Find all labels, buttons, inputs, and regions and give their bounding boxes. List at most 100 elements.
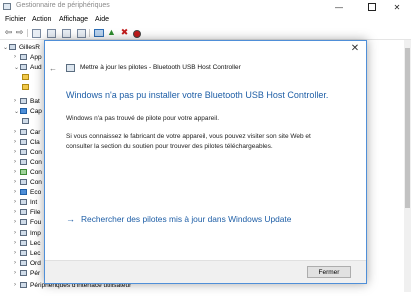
vertical-scrollbar[interactable] [404, 40, 411, 292]
close-window-button[interactable]: ✕ [383, 0, 411, 14]
device-manager-window: Gestionnaire de périphériques — ✕ Fichie… [0, 0, 411, 300]
minimize-button[interactable]: — [325, 0, 353, 14]
tree-item-label: Con [30, 168, 42, 176]
tree-item[interactable]: › Pér [14, 268, 40, 278]
tree-root-label: GillesR [19, 43, 40, 51]
monitor-icon [20, 189, 27, 195]
properties-icon[interactable] [32, 29, 41, 38]
scrollbar-thumb[interactable] [405, 48, 410, 208]
tree-item[interactable]: › Fou [14, 217, 41, 227]
view-icon[interactable] [77, 29, 86, 38]
tree-item-label: Cap [30, 107, 42, 115]
tree-item-label: Pér [30, 269, 41, 277]
tree-item[interactable]: › Cla [14, 137, 40, 147]
back-arrow-icon[interactable]: ← [49, 64, 57, 73]
audio-icon [20, 64, 27, 70]
tree-item-label: Cla [30, 138, 40, 146]
menu-aide[interactable]: Aide [95, 16, 109, 23]
keyboard-icon [20, 139, 27, 145]
dialog-close-icon[interactable]: ✕ [350, 44, 360, 54]
back-icon[interactable]: ⇦ [4, 28, 13, 37]
tree-item[interactable]: › Con [14, 177, 42, 187]
dialog-footer: Fermer [45, 260, 366, 283]
tree-item[interactable]: › Car [14, 127, 40, 137]
controller-icon [20, 159, 27, 165]
menu-affichage[interactable]: Affichage [59, 16, 88, 23]
title-bar: Gestionnaire de périphériques — ✕ [0, 0, 411, 14]
tree-item[interactable] [22, 72, 32, 82]
tree-item-label: File [30, 208, 41, 216]
add-driver-icon[interactable]: ▲ [107, 28, 116, 37]
tree-item-label: Eco [30, 188, 42, 196]
tree-item[interactable] [22, 116, 32, 126]
help-icon[interactable] [62, 29, 71, 38]
controller-icon [20, 149, 27, 155]
tree-item-label: Aud [30, 63, 42, 71]
queue-icon [20, 209, 27, 215]
tree-item-label: Bat [30, 97, 40, 105]
window-title: Gestionnaire de périphériques [16, 2, 110, 9]
tree-item-label: Con [30, 148, 42, 156]
menu-bar: Fichier Action Affichage Aide [0, 15, 411, 26]
tree-item[interactable]: › Lec [14, 248, 40, 258]
card-icon [20, 129, 27, 135]
device-icon [66, 64, 75, 72]
toolbar-separator [27, 29, 28, 37]
tree-item-label: Int [30, 198, 38, 206]
tree-item-label: Fou [30, 218, 42, 226]
windows-update-link-label: Rechercher des pilotes mis à jour dans W… [81, 214, 292, 224]
close-button[interactable]: Fermer [307, 266, 351, 278]
tree-item[interactable]: › Lec [14, 238, 40, 248]
tree-item[interactable]: › Con [14, 157, 42, 167]
controller-icon [20, 169, 27, 175]
uninstall-icon[interactable]: ✖ [120, 28, 129, 37]
list-icon[interactable] [47, 29, 56, 38]
windows-update-link[interactable]: → Rechercher des pilotes mis à jour dans… [66, 214, 291, 224]
warning-device-icon [22, 84, 29, 90]
toolbar-separator [89, 29, 90, 37]
tree-item-label: Lec [30, 249, 41, 257]
tree-item[interactable]: › Bat [14, 96, 40, 106]
tree-item-label: Con [30, 178, 42, 186]
tree-item[interactable]: ⌄ Cap [14, 106, 42, 116]
device-icon [20, 54, 27, 60]
tree-item[interactable]: › Con [14, 147, 42, 157]
toolbar: ⇦ ⇨ ▲ ✖ [0, 27, 411, 40]
tree-item[interactable]: › App [14, 52, 42, 62]
maximize-icon [368, 3, 376, 11]
tree-item[interactable]: › Eco [14, 187, 41, 197]
drive-icon [20, 250, 27, 256]
hid-icon [20, 282, 27, 288]
arrow-right-icon: → [66, 214, 75, 224]
tree-item-label: Con [30, 158, 42, 166]
tree-item[interactable]: › Imp [14, 228, 41, 238]
tree-item[interactable]: ⌄ Aud [14, 62, 42, 72]
tree-item[interactable]: › Con [14, 167, 42, 177]
tree-item[interactable]: › Ord [14, 258, 41, 268]
tree-item[interactable] [22, 82, 32, 92]
interface-icon [20, 199, 27, 205]
disable-icon[interactable] [133, 30, 141, 38]
menu-action[interactable]: Action [32, 16, 51, 23]
computer-icon [20, 179, 27, 185]
device-icon [20, 270, 27, 276]
tree-item[interactable]: › File [14, 207, 40, 217]
tree-item[interactable]: › Int [14, 197, 37, 207]
dialog-header: Mettre à jour les pilotes - Bluetooth US… [80, 64, 241, 71]
warning-device-icon [22, 74, 29, 80]
manufacturer-info-text: Si vous connaissez le fabricant de votre… [66, 133, 311, 150]
tree-root[interactable]: ⌄ GillesR [3, 42, 40, 52]
camera-device-icon [22, 118, 29, 124]
device-manager-icon [3, 3, 11, 10]
tree-item-label: Ord [30, 259, 41, 267]
battery-icon [20, 98, 27, 104]
tree-item-label: Car [30, 128, 41, 136]
printer-icon [20, 230, 27, 236]
tree-item-label: Lec [30, 239, 41, 247]
drive-icon [20, 240, 27, 246]
menu-fichier[interactable]: Fichier [5, 16, 26, 23]
forward-icon[interactable]: ⇨ [15, 28, 24, 37]
maximize-button[interactable] [358, 0, 386, 14]
monitor-icon[interactable] [94, 29, 104, 37]
update-drivers-dialog: ✕ ← Mettre à jour les pilotes - Bluetoot… [44, 40, 367, 284]
